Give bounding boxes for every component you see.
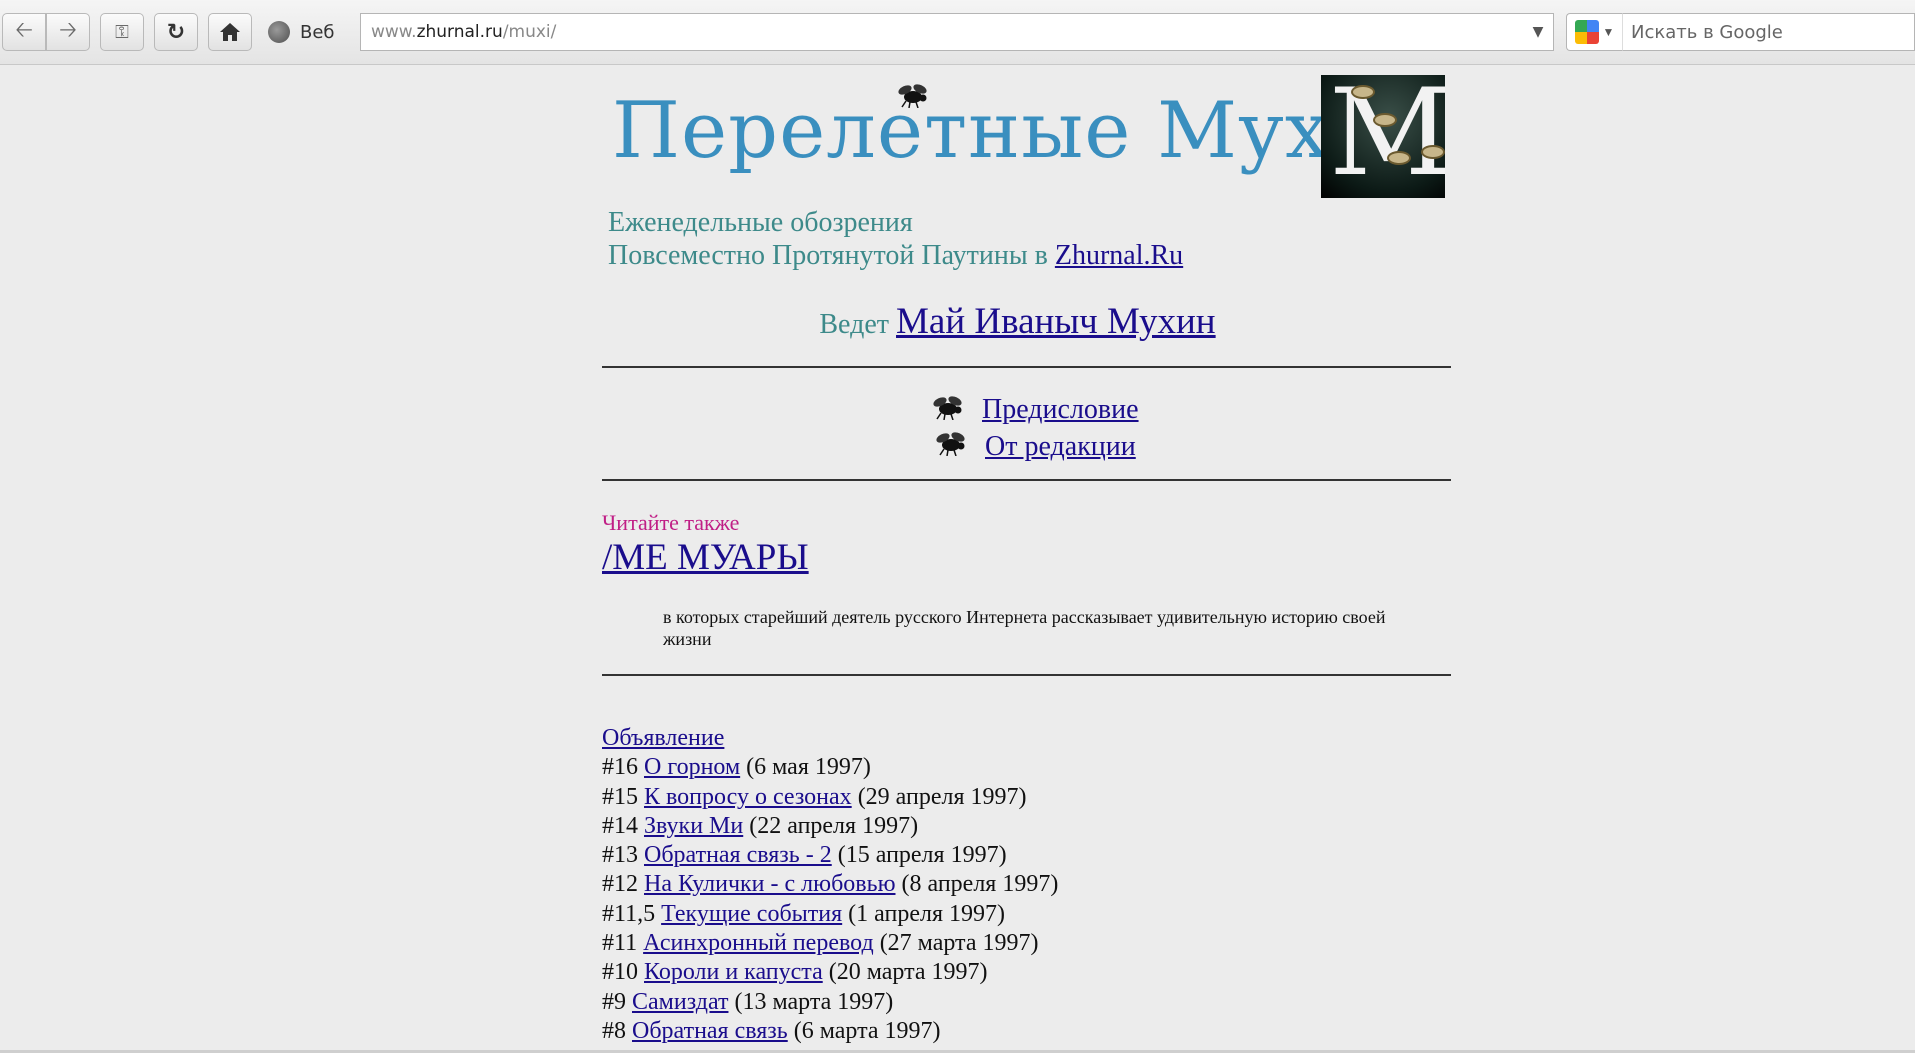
issue-link[interactable]: К вопросу о сезонах	[644, 784, 852, 810]
memoirs-description: в которых старейший деятель русского Инт…	[663, 607, 1386, 649]
host-link[interactable]: Май Иваныч Мухин	[896, 301, 1216, 342]
key-icon: ⚿	[115, 21, 129, 43]
announcement-link[interactable]: Объявление	[602, 725, 724, 751]
list-item: Объявление	[602, 724, 1058, 753]
list-item: Предисловие	[0, 392, 1915, 429]
list-item: #13 Обратная связь - 2 (15 апреля 1997)	[602, 842, 1007, 869]
memoirs-link[interactable]: /МЕ МУАРЫ	[602, 536, 809, 579]
list-item: #14 Звуки Ми (22 апреля 1997)	[602, 812, 919, 839]
chevron-down-icon[interactable]: ▼	[1523, 24, 1553, 40]
issue-link[interactable]: Самиздат	[632, 989, 728, 1015]
list-item: #11,5 Текущие события (1 апреля 1997)	[602, 900, 1006, 927]
issues-list: Объявление #16 О горном (6 мая 1997) #15…	[602, 724, 1058, 1046]
list-item: #15 К вопросу о сезонах (29 апреля 1997)	[602, 783, 1027, 810]
issue-link[interactable]: Текущие события	[661, 901, 842, 927]
reload-button[interactable]: ↻	[154, 13, 198, 51]
zhurnal-link[interactable]: Zhurnal.Ru	[1055, 240, 1183, 271]
arrow-left-icon: 🡠	[15, 18, 33, 43]
url-text[interactable]: www.zhurnal.ru/muxi/	[361, 22, 1523, 42]
search-input[interactable]: Искать в Google	[1622, 13, 1915, 51]
list-item: #8 Обратная связь (6 марта 1997)	[602, 1017, 941, 1044]
divider	[602, 479, 1451, 481]
list-item: #10 Короли и капуста (20 марта 1997)	[602, 959, 988, 986]
issue-link[interactable]: Асинхронный перевод	[643, 930, 874, 956]
web-search-button[interactable]: Веб	[260, 13, 356, 51]
divider	[602, 674, 1451, 676]
editorial-link[interactable]: От редакции	[985, 431, 1136, 463]
chevron-down-icon: ▼	[1602, 24, 1615, 39]
address-bar[interactable]: www.zhurnal.ru/muxi/ ▼	[360, 13, 1554, 51]
subtitle: Еженедельные обозрения Повсеместно Протя…	[608, 207, 1184, 271]
list-item: #12 На Кулички - с любовью (8 апреля 199…	[602, 871, 1059, 898]
back-button[interactable]: 🡠	[2, 13, 46, 51]
issue-link[interactable]: На Кулички - с любовью	[644, 871, 896, 897]
site-logo-title: Перелетные Мухи	[612, 86, 1383, 176]
globe-icon	[268, 21, 290, 43]
intro-links: Предисловие От редакции	[0, 392, 1915, 466]
fly-icon	[1387, 151, 1411, 165]
wand-button[interactable]: ⚿	[100, 13, 144, 51]
logo-letter: M	[1329, 75, 1445, 198]
page-content: Перелетные Мухи M Еженедельные обозрения…	[0, 64, 1915, 1050]
home-icon	[220, 23, 240, 41]
list-item: #11 Асинхронный перевод (27 марта 1997)	[602, 930, 1039, 957]
web-label: Веб	[300, 21, 335, 43]
issue-link[interactable]: Обратная связь - 2	[644, 842, 832, 868]
issue-link[interactable]: Звуки Ми	[644, 813, 743, 839]
search-engine-selector[interactable]: ▼	[1566, 13, 1622, 51]
fly-icon	[1421, 145, 1445, 159]
host-line: Ведет Май Иваныч Мухин	[819, 301, 1216, 342]
arrow-right-icon: 🡢	[59, 18, 77, 43]
list-item: #16 О горном (6 мая 1997)	[602, 754, 871, 781]
forward-button[interactable]: 🡢	[46, 13, 90, 51]
fly-icon	[936, 432, 965, 456]
issue-link[interactable]: Короли и капуста	[644, 959, 823, 985]
fly-icon	[1351, 85, 1375, 99]
fly-icon	[933, 396, 962, 420]
fly-icon	[898, 84, 927, 108]
list-item: От редакции	[0, 429, 1915, 466]
issue-link[interactable]: О горном	[644, 754, 740, 780]
divider	[602, 366, 1451, 368]
issue-link[interactable]: Обратная связь	[632, 1018, 788, 1044]
list-item: #9 Самиздат (13 марта 1997)	[602, 988, 894, 1015]
foreword-link[interactable]: Предисловие	[982, 394, 1139, 426]
reload-icon: ↻	[166, 19, 186, 45]
logo-m-image: M	[1321, 75, 1445, 198]
google-icon	[1574, 20, 1599, 44]
fly-icon	[1373, 113, 1397, 127]
browser-toolbar: 🡠 🡢 ⚿ ↻ Веб www.zhurnal.ru/muxi/ ▼ ▼ Иск…	[0, 0, 1915, 65]
read-also-label: Читайте также	[602, 510, 740, 535]
home-button[interactable]	[208, 13, 252, 51]
